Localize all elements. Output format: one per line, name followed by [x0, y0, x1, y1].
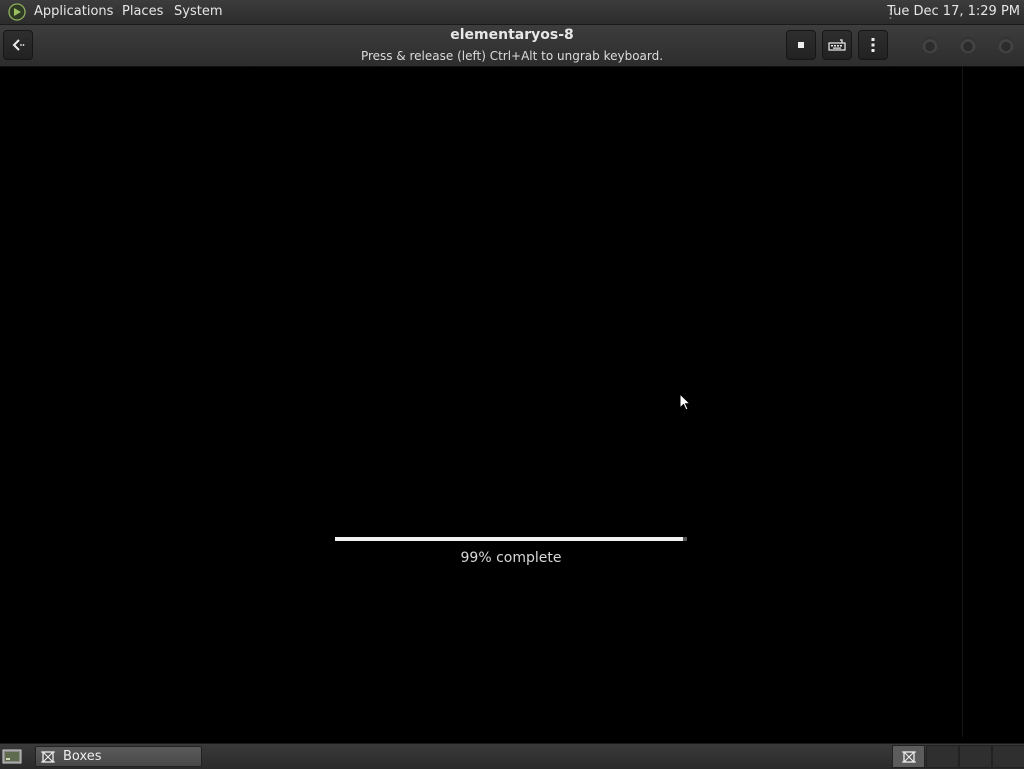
bottom-panel: Boxes: [0, 743, 1024, 769]
vm-display-edge: [962, 67, 963, 737]
progress-bar: [335, 537, 687, 541]
progress-label: 99% complete: [460, 550, 562, 566]
close-button[interactable]: [998, 37, 1014, 53]
workspace-4[interactable]: [992, 745, 1024, 768]
menu-applications[interactable]: Applications: [34, 4, 113, 20]
mouse-pointer-icon: [679, 393, 692, 411]
menu-system[interactable]: System: [174, 4, 222, 20]
taskbar-item-label: Boxes: [63, 749, 102, 764]
headerbar: elementaryos-8 Press & release (left) Ct…: [0, 25, 1024, 67]
workspace-2[interactable]: [926, 745, 959, 768]
vm-display[interactable]: 99% complete: [0, 67, 1024, 743]
mate-logo-icon[interactable]: [8, 3, 26, 21]
show-desktop-icon[interactable]: [2, 748, 22, 765]
taskbar-item-boxes[interactable]: Boxes: [35, 746, 202, 767]
progress-bar-fill: [335, 537, 684, 541]
stop-icon: [798, 42, 804, 48]
stop-button[interactable]: [786, 30, 816, 60]
kebab-menu-icon: [871, 38, 875, 52]
keyboard-button[interactable]: [822, 30, 852, 60]
boxes-app-icon: [902, 751, 916, 763]
maximize-button[interactable]: [960, 37, 976, 53]
top-panel: Applications Places System Tue Dec 17, 1…: [0, 0, 1024, 25]
menu-button[interactable]: [858, 30, 888, 60]
menu-places[interactable]: Places: [122, 4, 163, 20]
clock[interactable]: Tue Dec 17, 1:29 PM: [887, 4, 1020, 20]
workspace-3[interactable]: [959, 745, 992, 768]
minimize-button[interactable]: [922, 37, 938, 53]
keyboard-icon: [828, 39, 846, 51]
workspace-1[interactable]: [892, 745, 925, 768]
boxes-app-icon: [41, 751, 55, 763]
